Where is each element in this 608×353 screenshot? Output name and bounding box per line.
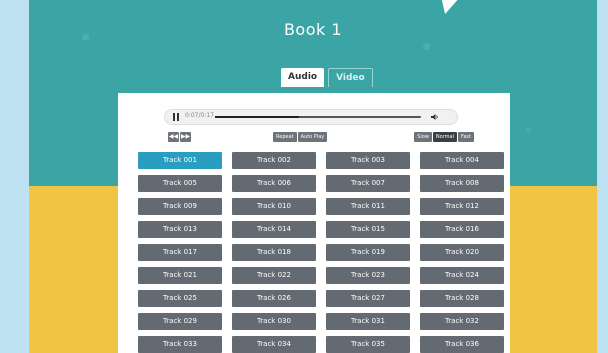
track-button[interactable]: Track 031 bbox=[326, 313, 410, 330]
app-scene: Book 1 Audio Video 0:07/0:17 ◀◀ ▶▶ Repea… bbox=[29, 0, 597, 353]
track-button[interactable]: Track 025 bbox=[138, 290, 222, 307]
track-button[interactable]: Track 021 bbox=[138, 267, 222, 284]
speed-slow-button[interactable]: Slow bbox=[414, 132, 432, 142]
track-button[interactable]: Track 032 bbox=[420, 313, 504, 330]
track-button[interactable]: Track 034 bbox=[232, 336, 316, 353]
playback-controls: ◀◀ ▶▶ Repeat Auto Play Slow Normal Fast bbox=[168, 132, 474, 143]
tab-video[interactable]: Video bbox=[328, 68, 373, 87]
audio-panel: 0:07/0:17 ◀◀ ▶▶ Repeat Auto Play Slow No… bbox=[118, 93, 510, 353]
track-button[interactable]: Track 020 bbox=[420, 244, 504, 261]
track-button[interactable]: Track 003 bbox=[326, 152, 410, 169]
media-tabs: Audio Video bbox=[281, 68, 373, 87]
track-button[interactable]: Track 005 bbox=[138, 175, 222, 192]
volume-icon[interactable] bbox=[431, 113, 439, 121]
audio-player: 0:07/0:17 bbox=[164, 109, 458, 125]
track-button[interactable]: Track 024 bbox=[420, 267, 504, 284]
track-button[interactable]: Track 011 bbox=[326, 198, 410, 215]
track-button[interactable]: Track 013 bbox=[138, 221, 222, 238]
track-button[interactable]: Track 016 bbox=[420, 221, 504, 238]
track-button[interactable]: Track 023 bbox=[326, 267, 410, 284]
track-button[interactable]: Track 007 bbox=[326, 175, 410, 192]
time-readout: 0:07/0:17 bbox=[185, 112, 214, 119]
track-button[interactable]: Track 014 bbox=[232, 221, 316, 238]
book-title: Book 1 bbox=[283, 20, 343, 39]
progress-fill bbox=[215, 116, 300, 118]
track-button[interactable]: Track 006 bbox=[232, 175, 316, 192]
pause-icon[interactable] bbox=[173, 113, 179, 121]
track-button[interactable]: Track 017 bbox=[138, 244, 222, 261]
track-button[interactable]: Track 010 bbox=[232, 198, 316, 215]
track-button[interactable]: Track 019 bbox=[326, 244, 410, 261]
speed-fast-button[interactable]: Fast bbox=[457, 132, 474, 142]
track-button[interactable]: Track 028 bbox=[420, 290, 504, 307]
track-button[interactable]: Track 033 bbox=[138, 336, 222, 353]
track-nav-group: ◀◀ ▶▶ bbox=[168, 132, 191, 142]
speed-group: Slow Normal Fast bbox=[414, 132, 474, 142]
track-grid: Track 001 Track 002 Track 003 Track 004 Trac… bbox=[138, 152, 504, 353]
track-button[interactable]: Track 012 bbox=[420, 198, 504, 215]
track-button[interactable]: Track 001 bbox=[138, 152, 222, 169]
repeat-button[interactable]: Repeat bbox=[273, 132, 297, 142]
track-button[interactable]: Track 029 bbox=[138, 313, 222, 330]
repeat-autoplay-group: Repeat Auto Play bbox=[273, 132, 328, 142]
track-button[interactable]: Track 018 bbox=[232, 244, 316, 261]
next-track-button[interactable]: ▶▶ bbox=[180, 132, 191, 142]
track-button[interactable]: Track 035 bbox=[326, 336, 410, 353]
track-button[interactable]: Track 015 bbox=[326, 221, 410, 238]
track-button[interactable]: Track 002 bbox=[232, 152, 316, 169]
tab-audio[interactable]: Audio bbox=[281, 68, 325, 87]
progress-bar[interactable] bbox=[215, 116, 421, 118]
track-button[interactable]: Track 030 bbox=[232, 313, 316, 330]
track-button[interactable]: Track 036 bbox=[420, 336, 504, 353]
track-button[interactable]: Track 008 bbox=[420, 175, 504, 192]
previous-track-button[interactable]: ◀◀ bbox=[168, 132, 179, 142]
track-button[interactable]: Track 027 bbox=[326, 290, 410, 307]
track-button[interactable]: Track 004 bbox=[420, 152, 504, 169]
autoplay-button[interactable]: Auto Play bbox=[297, 132, 328, 142]
track-button[interactable]: Track 026 bbox=[232, 290, 316, 307]
speed-normal-button[interactable]: Normal bbox=[432, 132, 457, 142]
track-button[interactable]: Track 009 bbox=[138, 198, 222, 215]
track-button[interactable]: Track 022 bbox=[232, 267, 316, 284]
